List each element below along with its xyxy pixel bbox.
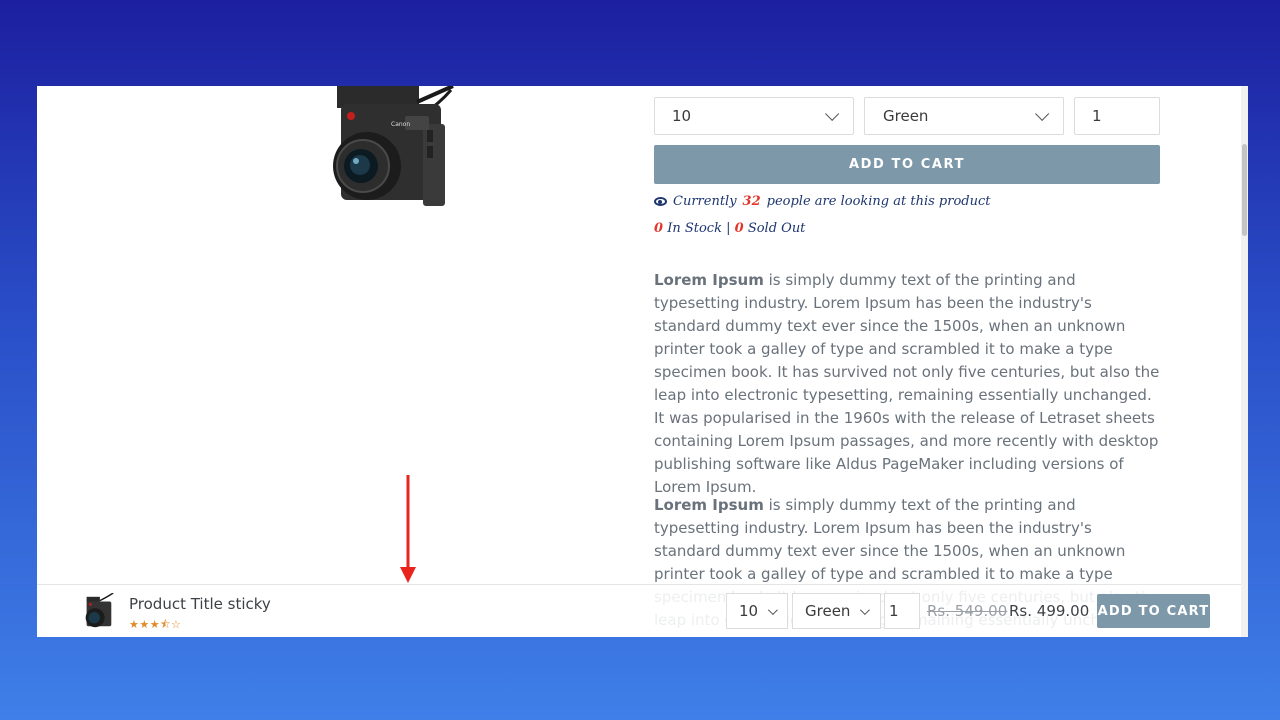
sticky-old-price: Rs. 549.00 bbox=[927, 602, 1008, 620]
chevron-down-icon bbox=[825, 106, 840, 121]
viewers-count: 32 bbox=[742, 194, 761, 209]
color-select-value: Green bbox=[883, 107, 929, 125]
eye-icon bbox=[654, 197, 667, 206]
sold-out-count: 0 bbox=[734, 221, 744, 236]
in-stock-count: 0 bbox=[654, 221, 664, 236]
scrollbar-thumb[interactable] bbox=[1242, 144, 1247, 236]
product-page-frame: Canon 10 Green 1 ADD TO CART Currently 3… bbox=[37, 86, 1248, 637]
viewers-notice: Currently 32 people are looking at this … bbox=[654, 194, 990, 209]
viewers-prefix: Currently bbox=[673, 194, 737, 209]
annotation-arrow bbox=[400, 475, 416, 583]
variant-selectors: 10 Green 1 bbox=[654, 97, 1160, 135]
quantity-input[interactable]: 1 bbox=[1074, 97, 1160, 135]
in-stock-label: In Stock bbox=[667, 221, 722, 236]
sticky-add-to-cart-bar: Product Title sticky ★★★⯪☆ 10 Green 1 Rs… bbox=[37, 584, 1248, 637]
viewers-suffix: people are looking at this product bbox=[766, 194, 991, 209]
color-select[interactable]: Green bbox=[864, 97, 1064, 135]
sticky-product-thumbnail bbox=[85, 593, 114, 628]
sold-out-label: Sold Out bbox=[747, 221, 806, 236]
description-bold: Lorem Ipsum bbox=[654, 496, 764, 514]
chevron-down-icon bbox=[860, 604, 871, 615]
rating-stars: ★★★⯪☆ bbox=[129, 618, 182, 631]
chevron-down-icon bbox=[1035, 106, 1050, 121]
sticky-size-select[interactable]: 10 bbox=[726, 593, 788, 629]
stock-status: 0 In Stock | 0 Sold Out bbox=[654, 221, 805, 236]
description-paragraph: Lorem Ipsum is simply dummy text of the … bbox=[654, 269, 1161, 499]
sticky-quantity-input[interactable]: 1 bbox=[884, 593, 920, 629]
stock-separator: | bbox=[726, 221, 731, 236]
size-select[interactable]: 10 bbox=[654, 97, 854, 135]
chevron-down-icon bbox=[768, 604, 778, 615]
add-to-cart-button[interactable]: ADD TO CART bbox=[654, 145, 1160, 184]
sticky-size-value: 10 bbox=[739, 602, 759, 620]
sticky-color-value: Green bbox=[805, 602, 851, 620]
product-camera-image: Canon bbox=[333, 86, 454, 206]
size-select-value: 10 bbox=[672, 107, 692, 125]
description-bold: Lorem Ipsum bbox=[654, 271, 764, 289]
sticky-product-title: Product Title sticky bbox=[129, 595, 271, 613]
sticky-new-price: Rs. 499.00 bbox=[1009, 602, 1090, 620]
sticky-color-select[interactable]: Green bbox=[792, 593, 881, 629]
svg-text:Canon: Canon bbox=[391, 121, 410, 128]
scrollbar[interactable] bbox=[1241, 86, 1248, 637]
sticky-add-to-cart-button[interactable]: ADD TO CART bbox=[1097, 594, 1210, 628]
description-text: is simply dummy text of the printing and… bbox=[654, 271, 1160, 496]
